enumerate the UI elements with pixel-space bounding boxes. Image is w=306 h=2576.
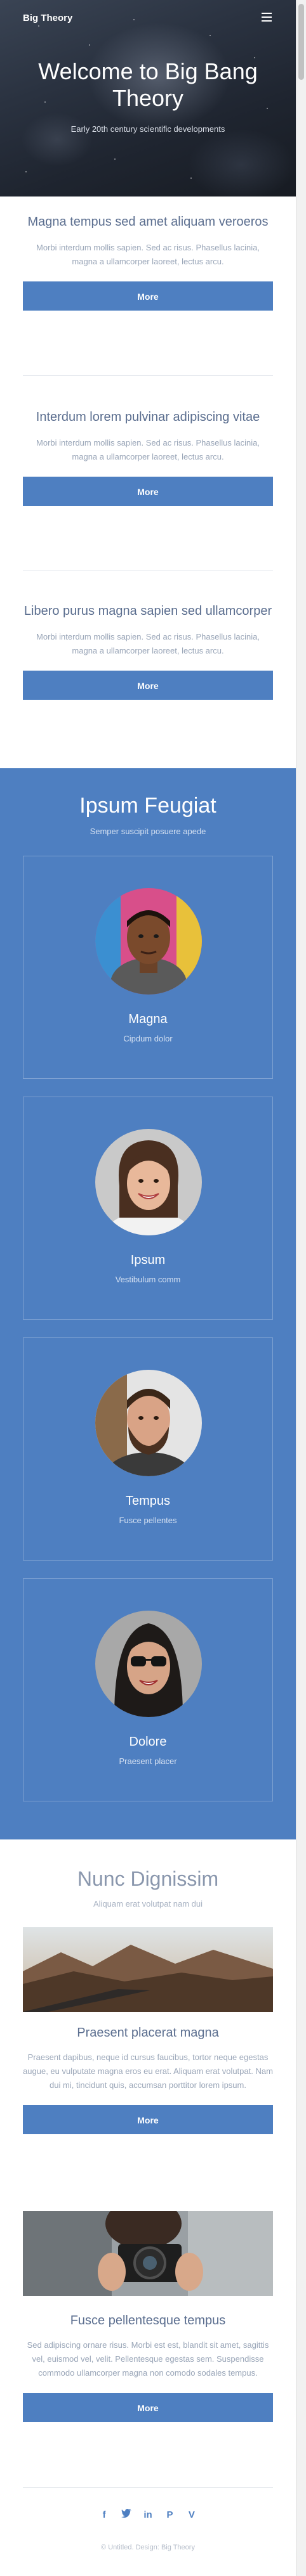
feature-title: Libero purus magna sapien sed ullamcorpe… [23,604,272,618]
team-card-3[interactable]: Tempus Fusce pellentes [23,1337,273,1561]
feature-2: Interdum lorem pulvinar adipiscing vitae… [23,408,273,506]
post-title: Fusce pellentesque tempus [70,2314,226,2328]
avatar [95,888,202,995]
post-more-button[interactable]: More [23,2393,273,2422]
divider [23,375,273,376]
member-name: Dolore [129,1735,167,1749]
twitter-icon[interactable] [119,2508,133,2522]
social-links: f in P V [0,2508,296,2522]
gallery-subtitle: Aliquam erat volutpat nam dui [93,1899,203,1909]
hero-subtitle: Early 20th century scientific developmen… [70,124,225,134]
feature-more-button[interactable]: More [23,477,273,506]
page: Big Theory Welcome to Big Bang Theory Ea… [0,0,296,2576]
pinterest-icon[interactable]: P [163,2508,176,2522]
hero-title: Welcome to Big Bang Theory [38,58,258,111]
avatar [95,1370,202,1476]
feature-text: Morbi interdum mollis sapien. Sed ac ris… [36,243,260,266]
footer-divider [23,2487,273,2488]
feature-more-button[interactable]: More [23,281,273,311]
post-text: Sed adipiscing ornare risus. Morbi est e… [27,2340,269,2378]
scrollbar[interactable] [296,0,306,2576]
hamburger-menu-icon[interactable] [262,13,272,22]
vimeo-icon[interactable]: V [185,2508,199,2522]
team-card-1[interactable]: Magna Cipdum dolor [23,856,273,1079]
facebook-icon[interactable]: f [97,2508,111,2522]
divider [23,570,273,571]
team-title: Ipsum Feugiat [79,794,216,818]
post-more-button[interactable]: More [23,2105,273,2134]
member-name: Magna [128,1012,168,1026]
member-role: Cipdum dolor [123,1034,173,1043]
gallery-title: Nunc Dignissim [77,1867,219,1890]
linkedin-icon[interactable]: in [141,2508,155,2522]
avatar [95,1129,202,1235]
gallery-post-2: Fusce pellentesque tempus Sed adipiscing… [23,2314,273,2422]
copyright-text: © Untitled. Design: Big Theory [101,2544,195,2551]
member-role: Vestibulum comm [115,1275,181,1284]
brand-logo[interactable]: Big Theory [23,13,72,23]
post-text: Praesent dapibus, neque id cursus faucib… [23,2052,273,2090]
team-card-4[interactable]: Dolore Praesent placer [23,1578,273,1801]
member-name: Ipsum [130,1253,166,1267]
team-subtitle: Semper suscipit posuere apede [90,827,206,836]
team-section: Ipsum Feugiat Semper suscipit posuere ap… [0,768,296,1839]
hero-banner: Big Theory Welcome to Big Bang Theory Ea… [0,0,296,196]
member-role: Fusce pellentes [119,1516,177,1525]
feature-1: Magna tempus sed amet aliquam veroeros M… [23,213,273,311]
mountain-road-image[interactable] [23,1927,273,2012]
feature-title: Magna tempus sed amet aliquam veroeros [27,215,269,229]
feature-title: Interdum lorem pulvinar adipiscing vitae [36,410,260,424]
member-name: Tempus [125,1494,171,1508]
gallery-post-1: Praesent placerat magna Praesent dapibus… [23,2026,273,2134]
team-card-2[interactable]: Ipsum Vestibulum comm [23,1097,273,1320]
post-title: Praesent placerat magna [77,2026,219,2040]
feature-more-button[interactable]: More [23,671,273,700]
camera-photographer-image[interactable] [23,2211,273,2296]
member-role: Praesent placer [119,1756,177,1766]
feature-text: Morbi interdum mollis sapien. Sed ac ris… [36,438,260,461]
avatar [95,1611,202,1717]
feature-3: Libero purus magna sapien sed ullamcorpe… [23,602,273,700]
feature-text: Morbi interdum mollis sapien. Sed ac ris… [36,632,260,655]
scrollbar-thumb[interactable] [298,4,304,80]
